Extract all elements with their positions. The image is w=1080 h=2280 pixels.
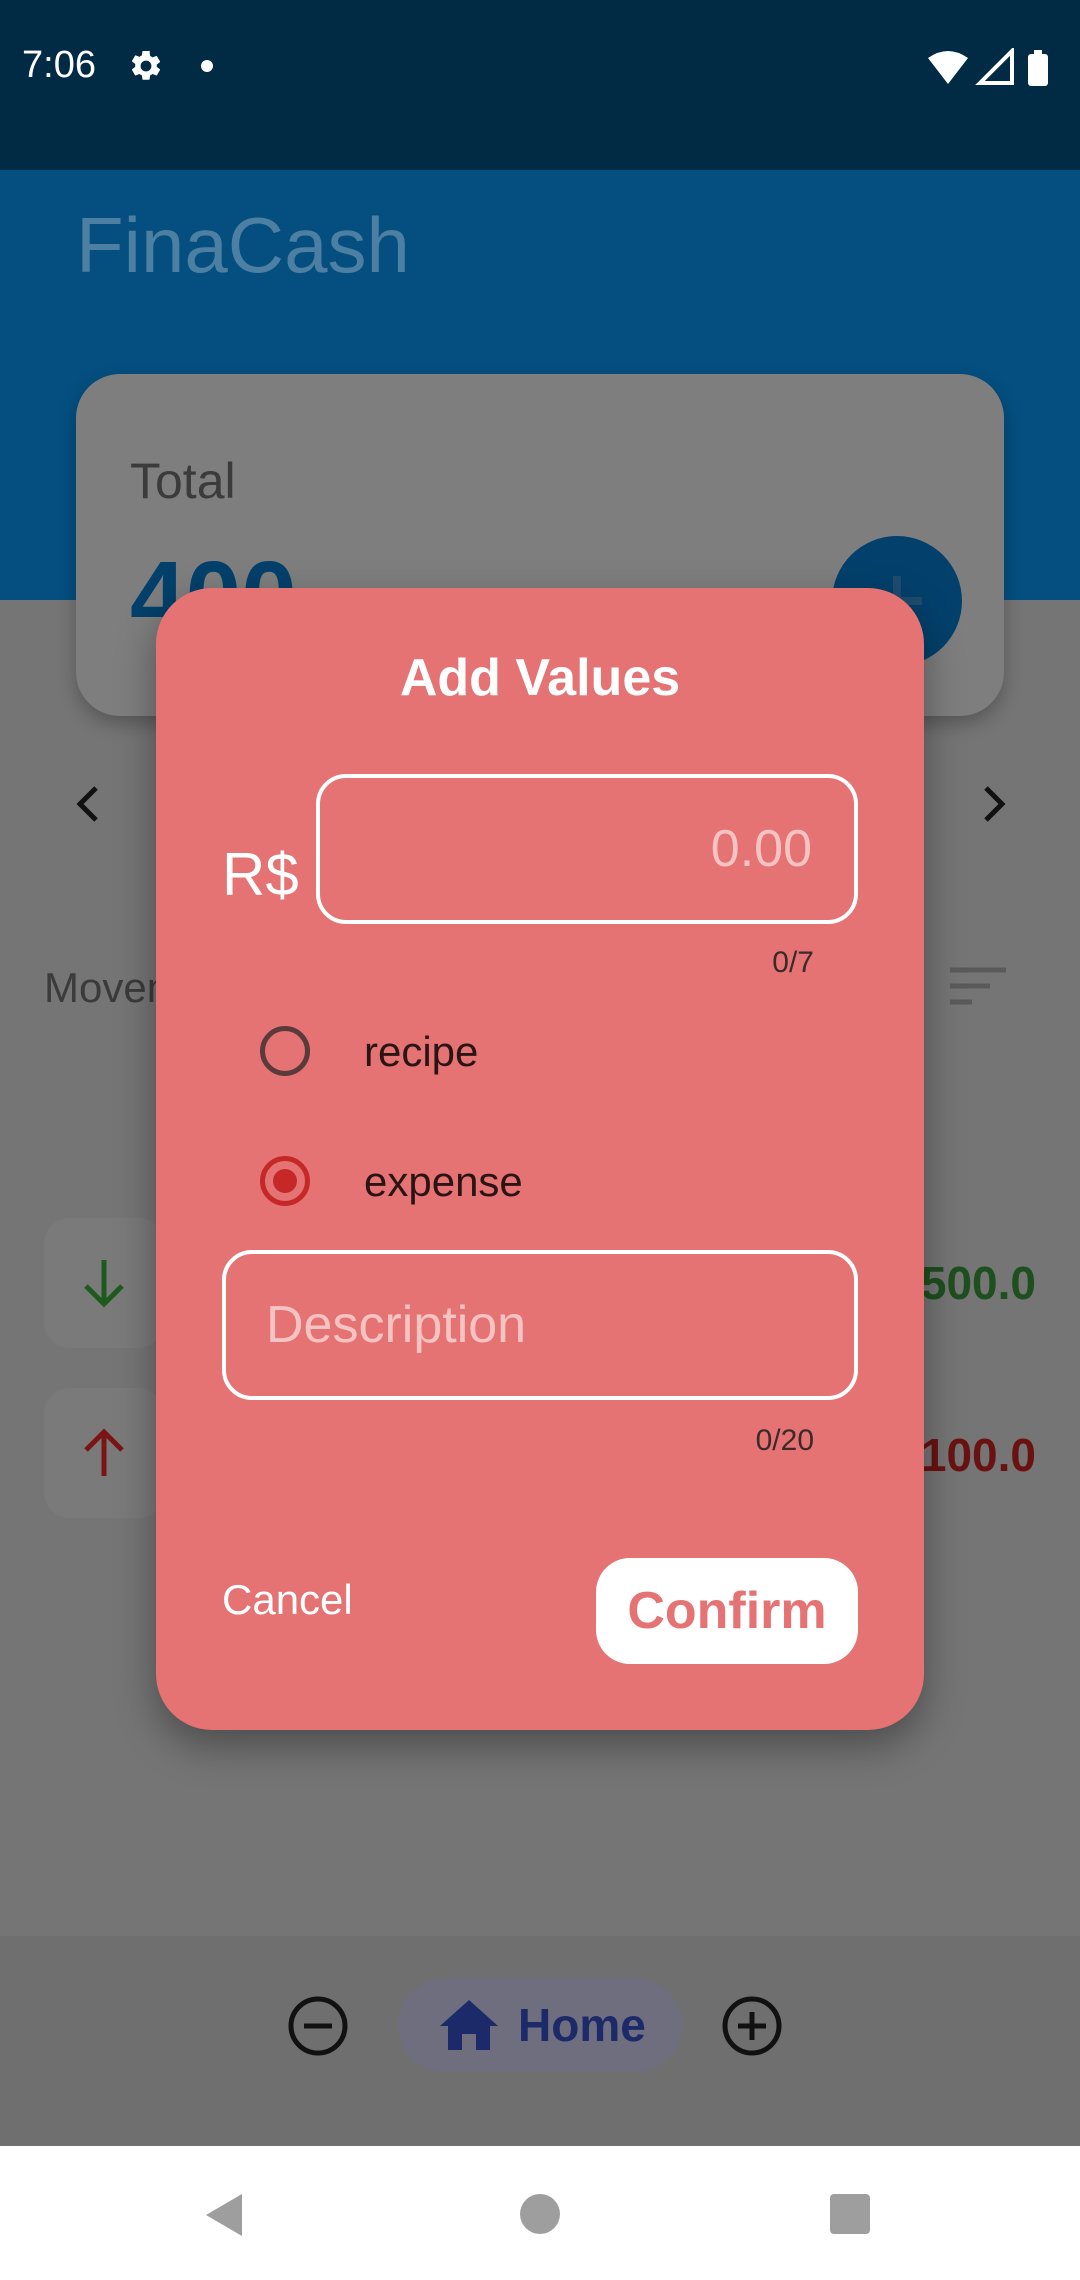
description-counter: 0/20	[755, 1424, 814, 1457]
signal-icon	[975, 48, 1014, 85]
confirm-button[interactable]: Confirm	[596, 1558, 858, 1664]
radio-unchecked-icon[interactable]	[260, 1026, 310, 1076]
radio-expense[interactable]: expense	[260, 1140, 660, 1220]
amount-counter: 0/7	[772, 946, 814, 979]
plus-circle-icon[interactable]	[720, 1994, 784, 2058]
radio-label: recipe	[364, 1028, 479, 1075]
status-icons	[928, 48, 1048, 86]
total-label: Total	[130, 453, 236, 509]
description-input[interactable]	[226, 1254, 854, 1396]
back-icon[interactable]	[204, 2192, 244, 2238]
system-home-icon[interactable]	[520, 2194, 560, 2234]
chevron-right-icon[interactable]	[976, 782, 1012, 826]
arrow-up-icon	[84, 1428, 124, 1476]
radio-label: expense	[364, 1158, 523, 1205]
transaction-amount: 100.0	[920, 1429, 1036, 1481]
movements-label: Movements	[44, 964, 164, 1011]
wifi-icon	[928, 51, 968, 84]
list-item[interactable]	[44, 1218, 164, 1348]
description-field[interactable]	[222, 1250, 858, 1400]
amount-input[interactable]	[320, 778, 854, 920]
notification-dot-icon	[201, 60, 213, 72]
amount-field[interactable]	[316, 774, 858, 924]
battery-icon	[1028, 50, 1048, 86]
radio-checked-icon[interactable]	[260, 1156, 310, 1206]
home-icon	[440, 2000, 498, 2050]
gear-icon	[131, 50, 161, 80]
add-values-dialog: Add Values R$ 0/7 recipe expense 0/20 Ca…	[156, 588, 924, 1730]
cancel-button[interactable]: Cancel	[222, 1576, 353, 1624]
nav-home-button[interactable]: Home	[398, 1978, 682, 2072]
status-bar: 7:06	[0, 0, 1080, 170]
currency-label: R$	[222, 841, 299, 908]
list-item[interactable]	[44, 1388, 164, 1518]
transaction-amount: 500.0	[920, 1257, 1036, 1309]
sort-icon[interactable]	[948, 966, 1008, 1008]
recent-apps-icon[interactable]	[830, 2194, 870, 2234]
dialog-title: Add Values	[399, 649, 681, 707]
status-time: 7:06	[22, 44, 96, 86]
chevron-left-icon[interactable]	[70, 782, 106, 826]
arrow-down-icon	[84, 1260, 124, 1308]
minus-circle-icon[interactable]	[286, 1994, 350, 2058]
radio-recipe[interactable]: recipe	[260, 1010, 660, 1090]
app-title: FinaCash	[76, 201, 410, 289]
nav-home-label: Home	[518, 1999, 646, 2051]
